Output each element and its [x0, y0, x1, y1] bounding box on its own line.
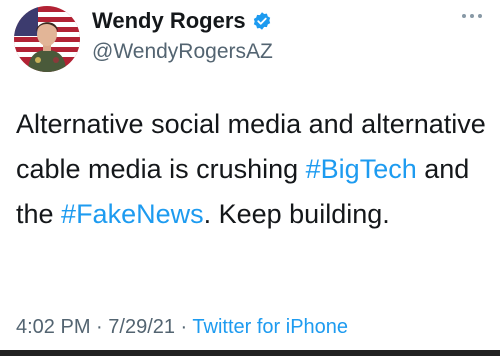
avatar[interactable]: [14, 6, 80, 72]
hashtag-link-bigtech[interactable]: #BigTech: [306, 154, 417, 184]
tweet-meta: 4:02 PM · 7/29/21 · Twitter for iPhone: [16, 316, 348, 339]
author-handle[interactable]: @WendyRogersAZ: [92, 40, 273, 64]
tweet-time[interactable]: 4:02 PM: [16, 316, 90, 338]
tweet-date[interactable]: 7/29/21: [108, 316, 175, 338]
tweet-body: Alternative social media and alternative…: [16, 102, 488, 237]
verified-badge-icon: [252, 11, 272, 31]
tweet-source-link[interactable]: Twitter for iPhone: [192, 316, 348, 338]
meta-separator: ·: [90, 316, 109, 338]
bottom-divider: [0, 350, 500, 356]
avatar-image: [14, 6, 80, 72]
more-options-icon[interactable]: [458, 6, 486, 26]
author-name-row: Wendy Rogers: [92, 8, 272, 34]
tweet-card: Wendy Rogers @WendyRogersAZ Alternative …: [0, 0, 500, 356]
tweet-text-segment: . Keep building.: [203, 199, 390, 229]
author-display-name[interactable]: Wendy Rogers: [92, 8, 246, 34]
hashtag-link-fakenews[interactable]: #FakeNews: [61, 199, 204, 229]
meta-separator: ·: [175, 316, 193, 338]
